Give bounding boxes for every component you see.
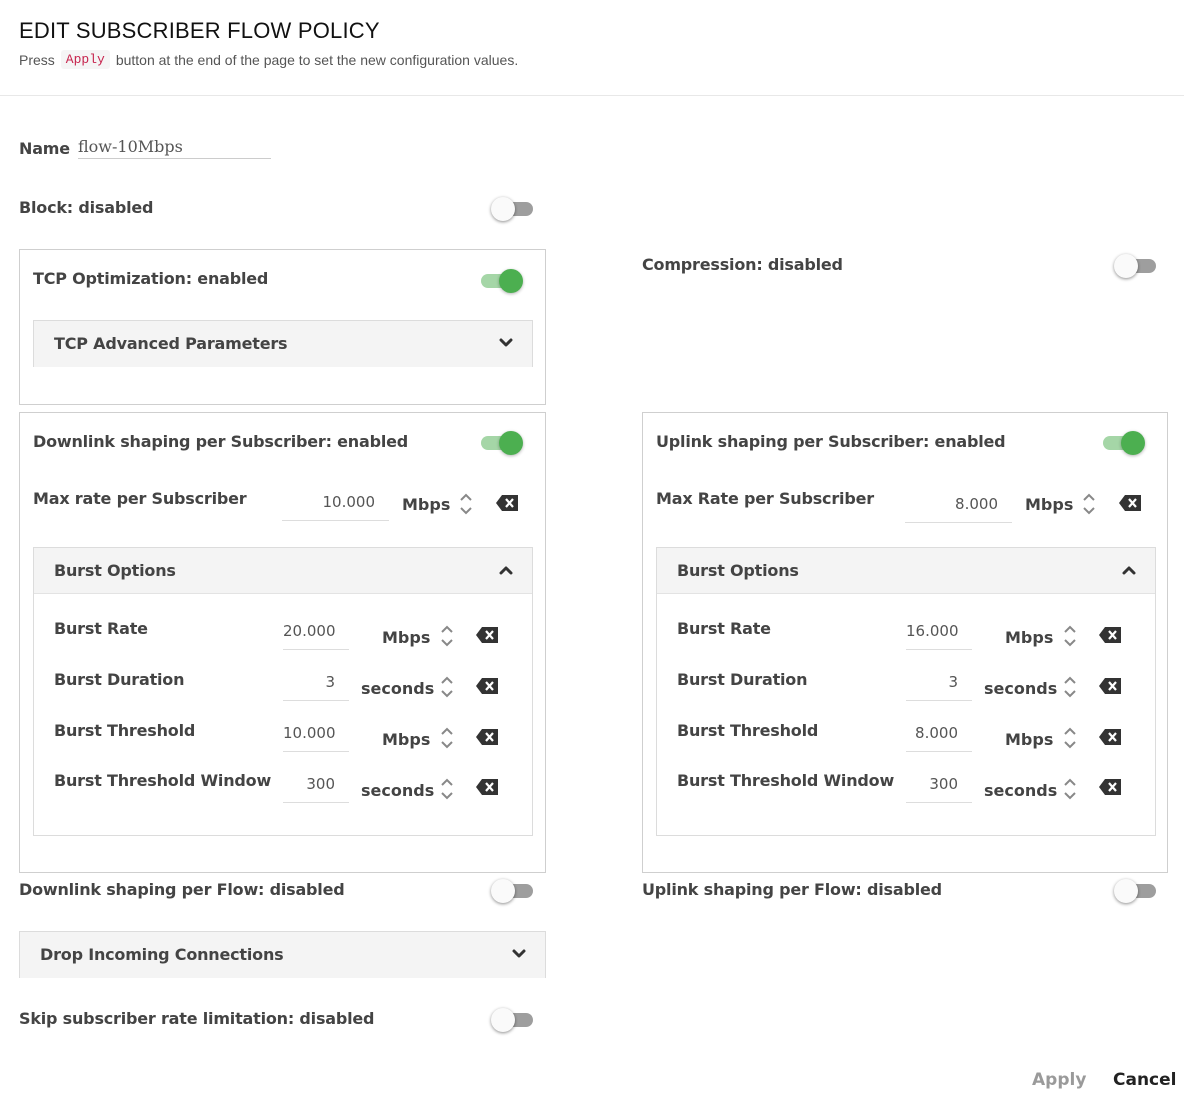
downlink-burst-header[interactable]: Burst Options (34, 548, 532, 594)
drop-incoming-accordion[interactable]: Drop Incoming Connections (19, 931, 546, 978)
uplink-burst-threshold-label: Burst Threshold (677, 721, 819, 740)
downlink-burst-threshold-label: Burst Threshold (54, 721, 196, 740)
uplink-burst-duration-unit: seconds (984, 679, 1058, 698)
page-subtitle: Press Apply button at the end of the pag… (19, 50, 518, 69)
tcp-optimization-toggle[interactable] (479, 269, 523, 293)
downlink-shaping-toggle[interactable] (479, 431, 523, 455)
chevron-down-icon[interactable] (511, 947, 527, 961)
subtitle-text-start: Press (19, 51, 55, 68)
tcp-advanced-accordion[interactable]: TCP Advanced Parameters (33, 320, 533, 367)
apply-button[interactable]: Apply (1032, 1070, 1086, 1090)
stepper-icon[interactable] (440, 777, 454, 801)
uplink-burst-rate-label: Burst Rate (677, 619, 771, 638)
uplink-flow-label: Uplink shaping per Flow: disabled (642, 880, 942, 899)
stepper-icon[interactable] (1082, 492, 1096, 516)
downlink-burst-threshold-unit: Mbps (382, 730, 431, 749)
stepper-icon[interactable] (440, 624, 454, 648)
chevron-down-icon[interactable] (498, 336, 514, 350)
downlink-burst-rate-label: Burst Rate (54, 619, 148, 638)
skip-limitation-label: Skip subscriber rate limitation: disable… (19, 1009, 375, 1028)
tcp-optimization-panel: TCP Optimization: enabled TCP Advanced P… (19, 249, 546, 405)
tcp-optimization-label: TCP Optimization: enabled (33, 269, 269, 288)
block-toggle[interactable] (491, 197, 535, 221)
stepper-icon[interactable] (440, 726, 454, 750)
backspace-clear-icon[interactable] (1098, 626, 1122, 644)
uplink-burst-rate-input[interactable] (906, 612, 972, 650)
downlink-flow-label: Downlink shaping per Flow: disabled (19, 880, 345, 899)
downlink-burst-duration-input[interactable] (283, 663, 349, 701)
uplink-burst-threshold-unit: Mbps (1005, 730, 1054, 749)
backspace-clear-icon[interactable] (475, 677, 499, 695)
downlink-burst-duration-unit: seconds (361, 679, 435, 698)
downlink-max-rate-label: Max rate per Subscriber (33, 489, 247, 508)
stepper-icon[interactable] (1063, 777, 1077, 801)
backspace-clear-icon[interactable] (1118, 494, 1142, 512)
uplink-burst-rate-unit: Mbps (1005, 628, 1054, 647)
compression-toggle[interactable] (1114, 254, 1158, 278)
header-divider (0, 95, 1184, 96)
stepper-icon[interactable] (1063, 675, 1077, 699)
tcp-advanced-title: TCP Advanced Parameters (54, 334, 288, 353)
page-title: EDIT SUBSCRIBER FLOW POLICY (19, 18, 380, 43)
name-input[interactable] (78, 134, 271, 159)
backspace-clear-icon[interactable] (1098, 778, 1122, 796)
downlink-shaping-panel: Downlink shaping per Subscriber: enabled… (19, 412, 546, 873)
downlink-burst-threshold-window-input[interactable] (283, 765, 349, 803)
cancel-button[interactable]: Cancel (1113, 1070, 1176, 1090)
downlink-max-rate-unit: Mbps (402, 495, 451, 514)
drop-incoming-header[interactable]: Drop Incoming Connections (20, 932, 545, 978)
uplink-burst-accordion: Burst Options Burst Rate Mbps Burst Dura… (656, 547, 1156, 836)
uplink-burst-threshold-window-input[interactable] (906, 765, 972, 803)
downlink-burst-rate-input[interactable] (283, 612, 349, 650)
uplink-max-rate-input[interactable] (905, 485, 1012, 523)
block-label: Block: disabled (19, 198, 154, 217)
backspace-clear-icon[interactable] (475, 626, 499, 644)
uplink-burst-duration-input[interactable] (906, 663, 972, 701)
apply-code-chip: Apply (60, 50, 110, 69)
backspace-clear-icon[interactable] (1098, 677, 1122, 695)
uplink-burst-threshold-input[interactable] (906, 714, 972, 752)
stepper-icon[interactable] (440, 675, 454, 699)
backspace-clear-icon[interactable] (475, 778, 499, 796)
chevron-up-icon[interactable] (498, 563, 514, 577)
stepper-icon[interactable] (1063, 726, 1077, 750)
uplink-burst-title: Burst Options (677, 561, 799, 580)
skip-limitation-toggle[interactable] (491, 1008, 535, 1032)
uplink-burst-threshold-window-label: Burst Threshold Window (677, 771, 895, 790)
drop-incoming-title: Drop Incoming Connections (40, 945, 284, 964)
tcp-advanced-header[interactable]: TCP Advanced Parameters (34, 321, 532, 367)
downlink-burst-accordion: Burst Options Burst Rate Mbps Burst Dura… (33, 547, 533, 836)
uplink-shaping-toggle[interactable] (1101, 431, 1145, 455)
uplink-max-rate-unit: Mbps (1025, 495, 1074, 514)
uplink-flow-toggle[interactable] (1114, 879, 1158, 903)
backspace-clear-icon[interactable] (1098, 728, 1122, 746)
downlink-burst-threshold-input[interactable] (283, 714, 349, 752)
chevron-up-icon[interactable] (1121, 563, 1137, 577)
backspace-clear-icon[interactable] (475, 728, 499, 746)
subtitle-text-end: button at the end of the page to set the… (115, 51, 519, 68)
downlink-burst-rate-unit: Mbps (382, 628, 431, 647)
uplink-burst-threshold-window-unit: seconds (984, 781, 1058, 800)
downlink-burst-duration-label: Burst Duration (54, 670, 185, 689)
downlink-burst-title: Burst Options (54, 561, 176, 580)
stepper-icon[interactable] (459, 492, 473, 516)
uplink-shaping-panel: Uplink shaping per Subscriber: enabled M… (642, 412, 1168, 873)
downlink-shaping-label: Downlink shaping per Subscriber: enabled (33, 432, 409, 451)
compression-label: Compression: disabled (642, 255, 843, 274)
downlink-flow-toggle[interactable] (491, 879, 535, 903)
downlink-max-rate-input[interactable] (282, 483, 389, 521)
stepper-icon[interactable] (1063, 624, 1077, 648)
uplink-max-rate-label: Max Rate per Subscriber (656, 489, 874, 508)
uplink-burst-header[interactable]: Burst Options (657, 548, 1155, 594)
downlink-burst-threshold-window-label: Burst Threshold Window (54, 771, 272, 790)
downlink-burst-threshold-window-unit: seconds (361, 781, 435, 800)
name-label: Name (19, 139, 70, 158)
uplink-burst-duration-label: Burst Duration (677, 670, 808, 689)
backspace-clear-icon[interactable] (495, 494, 519, 512)
uplink-shaping-label: Uplink shaping per Subscriber: enabled (656, 432, 1006, 451)
